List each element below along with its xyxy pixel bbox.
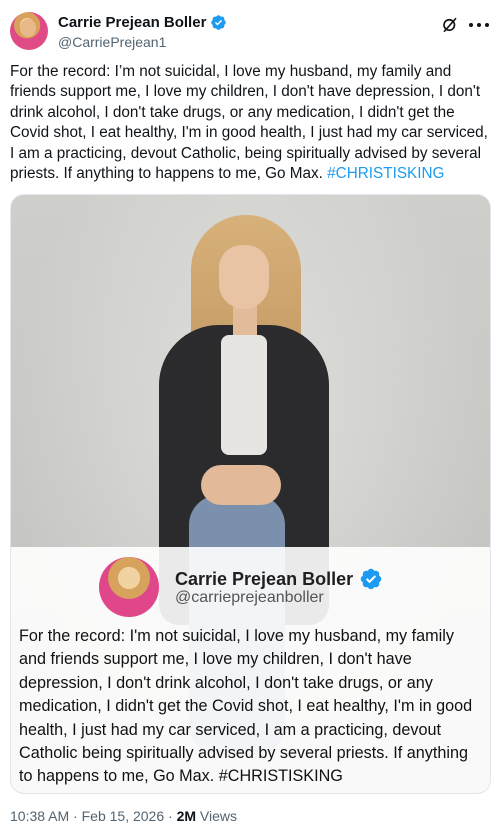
- tweet-body: For the record: I’m not suicidal, I love…: [10, 62, 495, 184]
- more-icon[interactable]: [469, 16, 489, 34]
- media-text-overlay: Carrie Prejean Boller @carrieprejeanboll…: [11, 547, 490, 793]
- photo-subject-face: [219, 245, 269, 309]
- overlay-avatar: [99, 557, 159, 617]
- meta-separator-2: ·: [164, 808, 177, 824]
- photo-subject-neck: [233, 305, 257, 335]
- tweet-media-image[interactable]: Carrie Prejean Boller @carrieprejeanboll…: [10, 194, 491, 794]
- tweet-date[interactable]: Feb 15, 2026: [82, 808, 165, 824]
- photo-subject-hands: [201, 465, 281, 505]
- photo-subject-shirt: [221, 335, 267, 455]
- verified-badge-icon: [211, 15, 227, 30]
- author-avatar[interactable]: [10, 12, 48, 50]
- author-name-row[interactable]: Carrie Prejean Boller: [58, 14, 227, 31]
- overlay-display-name: Carrie Prejean Boller: [175, 568, 354, 589]
- author-handle[interactable]: @CarriePrejean1: [58, 34, 166, 50]
- tweet-meta: 10:38 AM · Feb 15, 2026 · 2M Views: [10, 808, 237, 824]
- overlay-verified-badge-icon: [360, 568, 382, 590]
- meta-separator: ·: [69, 808, 82, 824]
- tweet-header: Carrie Prejean Boller @CarriePrejean1: [10, 10, 493, 54]
- grok-icon[interactable]: [441, 16, 459, 34]
- tweet-time[interactable]: 10:38 AM: [10, 808, 69, 824]
- overlay-name-row: Carrie Prejean Boller: [175, 567, 383, 591]
- overlay-text: For the record: I'm not suicidal, I love…: [19, 627, 473, 786]
- author-display-name[interactable]: Carrie Prejean Boller: [58, 14, 206, 31]
- views-label: Views: [196, 808, 238, 824]
- hashtag-link[interactable]: #CHRISTISKING: [327, 165, 444, 182]
- views-count: 2M: [176, 808, 197, 824]
- overlay-handle: @carrieprejeanboller: [175, 589, 324, 606]
